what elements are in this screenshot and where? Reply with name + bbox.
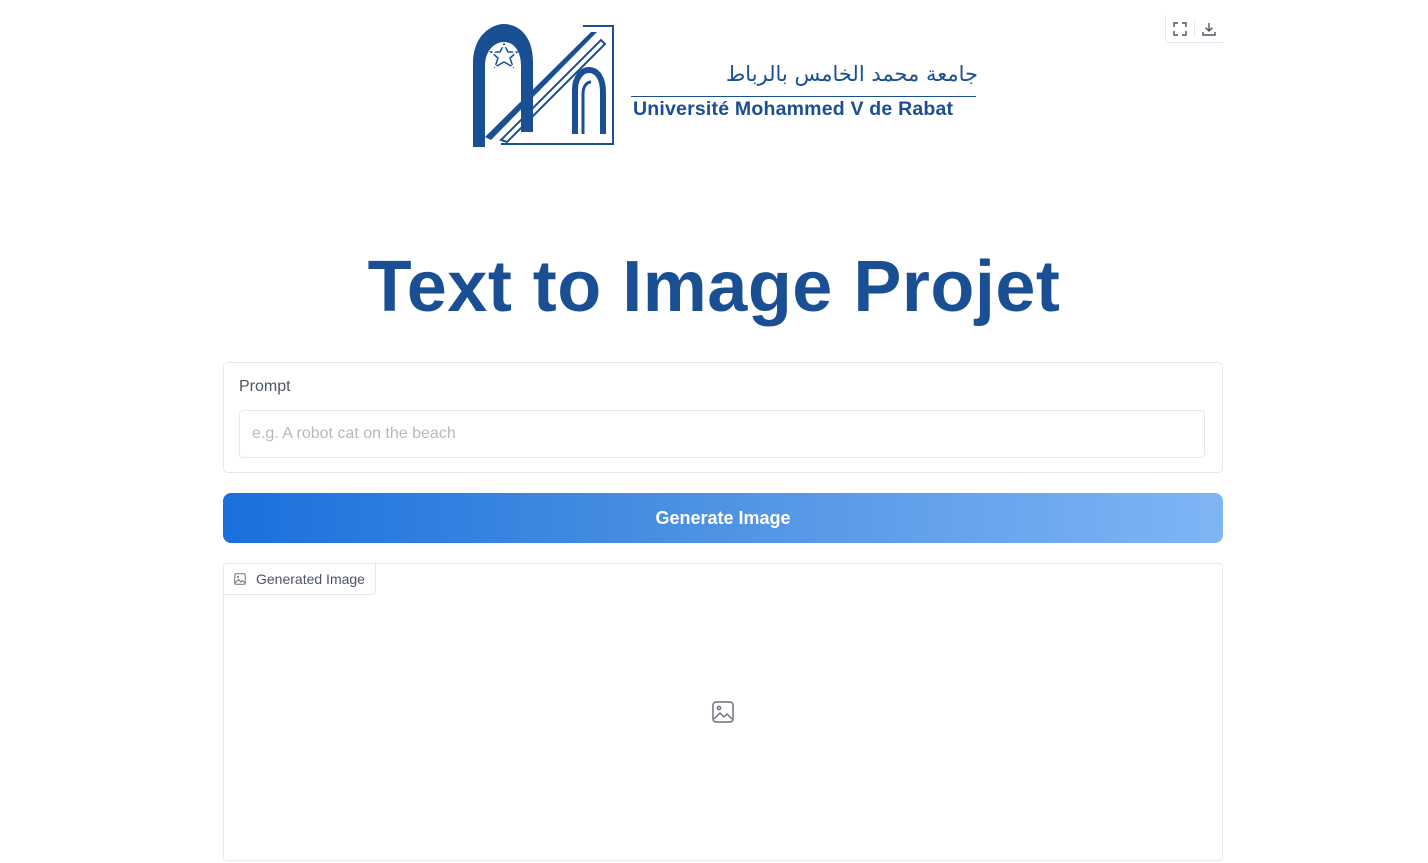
image-toolbar — [1165, 15, 1223, 43]
fullscreen-button[interactable] — [1166, 15, 1194, 42]
fullscreen-icon — [1173, 21, 1187, 36]
generated-image-label: Generated Image — [256, 571, 365, 587]
university-arch-logo-icon — [473, 24, 614, 147]
generated-image-label-tab: Generated Image — [224, 564, 376, 595]
header-logo-image: جامعة محمد الخامس بالرباط Université Moh… — [223, 12, 1223, 152]
app-page: جامعة محمد الخامس بالرباط Université Moh… — [0, 0, 1428, 863]
university-logo: جامعة محمد الخامس بالرباط Université Moh… — [471, 22, 981, 147]
download-button[interactable] — [1195, 15, 1223, 42]
logo-divider — [631, 96, 976, 97]
generated-image-panel: Generated Image — [223, 563, 1223, 861]
prompt-input[interactable] — [239, 410, 1205, 458]
generate-image-button[interactable]: Generate Image — [223, 493, 1223, 543]
image-icon — [234, 573, 246, 585]
logo-latin-text: Université Mohammed V de Rabat — [633, 98, 954, 120]
prompt-panel: Prompt — [223, 362, 1223, 473]
page-title: Text to Image Projet — [367, 247, 1061, 327]
download-icon — [1202, 22, 1216, 36]
prompt-label: Prompt — [239, 378, 291, 395]
logo-arabic-text: جامعة محمد الخامس بالرباط — [725, 62, 978, 86]
image-placeholder-icon — [712, 701, 734, 723]
